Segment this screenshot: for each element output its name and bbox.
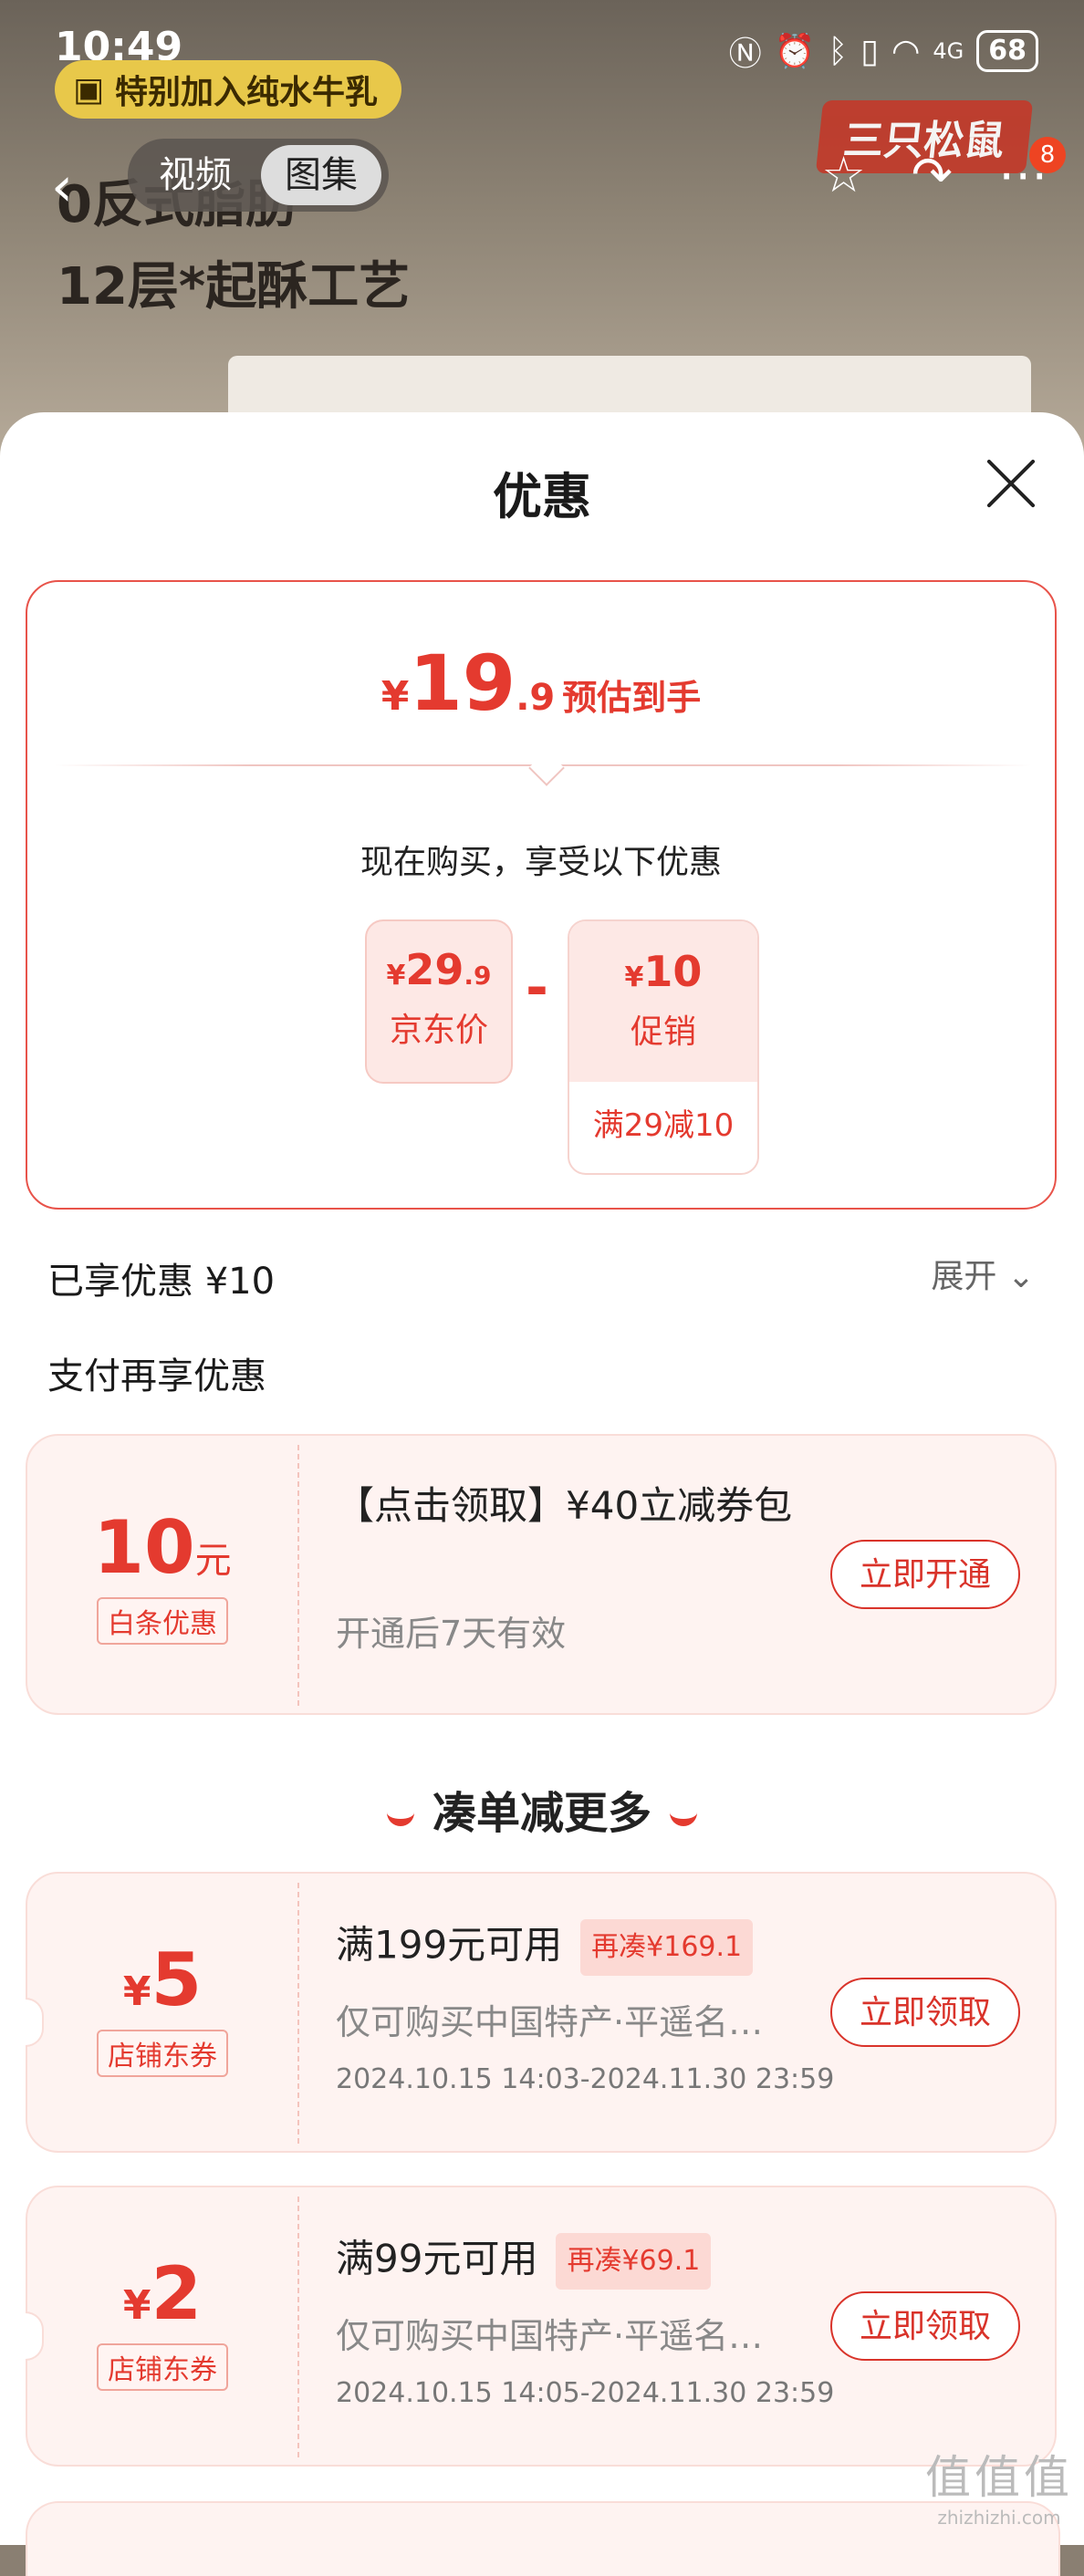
pay-more-heading: 支付再享优惠	[47, 1356, 266, 1397]
coupon-tag: 店铺东券	[97, 2030, 228, 2077]
back-icon[interactable]: ‹	[51, 155, 73, 219]
claim-button[interactable]: 立即领取	[830, 1978, 1020, 2047]
tab-gallery[interactable]: 图集	[261, 145, 381, 205]
enjoyed-discount: 已享优惠 ¥10	[47, 1261, 276, 1303]
coupon-left: ¥5 店铺东券	[27, 1874, 297, 2151]
coupon-amount-number: 10	[93, 1505, 195, 1590]
next-coupon-peek	[26, 2501, 1060, 2576]
sheet-title: 优惠	[493, 468, 591, 525]
coupon-tag: 店铺东券	[97, 2343, 228, 2391]
close-icon[interactable]	[984, 456, 1038, 511]
estimate-label: 预估到手	[562, 678, 702, 718]
coupon-separator	[297, 1445, 299, 1706]
coupon-amount: ¥2	[27, 2251, 297, 2336]
headline-line-2: 12层*起酥工艺	[57, 257, 411, 317]
tab-video[interactable]: 视频	[135, 145, 255, 205]
promo-box-top: ¥10 促销	[569, 921, 757, 1082]
estimate-decimal: .9	[516, 677, 556, 719]
top-actions: ☆ ↷ ⋯	[821, 146, 1048, 203]
cart-badge: 8	[1029, 137, 1066, 173]
section-heading: 凑单减更多	[0, 1777, 1084, 1841]
coupon-amount-unit: 元	[194, 1540, 232, 1582]
battery-icon: 68	[976, 30, 1038, 72]
bluetooth-icon: ᛒ	[828, 32, 849, 70]
estimated-price: ¥19.9 预估到手	[27, 639, 1055, 728]
coupon-amount: 10元	[27, 1505, 297, 1590]
nfc-icon: Ⓝ	[728, 36, 762, 73]
estimate-integer: 19	[409, 639, 516, 728]
coupon-left: ¥2 店铺东券	[27, 2187, 297, 2465]
jd-price-integer: 29	[405, 945, 464, 994]
price-summary-card: ¥19.9 预估到手 现在购买，享受以下优惠 ¥29.9 京东价 - ¥10 促销…	[26, 580, 1057, 1210]
coupon-date: 2024.10.15 14:05-2024.11.30 23:59	[336, 2377, 835, 2409]
jd-price-decimal: .9	[464, 961, 492, 991]
coupon-currency: ¥	[122, 2282, 151, 2329]
promo-currency: ¥	[624, 961, 644, 993]
store-coupon: ¥2 店铺东券 满99元可用 再凑¥69.1 仅可购买中国特产·平遥名… 2024…	[26, 2186, 1057, 2467]
promo-chip-text: 特别加入纯水牛乳	[115, 74, 379, 111]
media-tabs: 视频 图集	[128, 139, 389, 212]
store-coupon: ¥5 店铺东券 满199元可用 再凑¥169.1 仅可购买中国特产·平遥名… 20…	[26, 1872, 1057, 2153]
expand-label: 展开	[931, 1258, 997, 1295]
coupon-date: 2024.10.15 14:03-2024.11.30 23:59	[336, 2063, 835, 2095]
status-icons: Ⓝ ⏰ ᛒ ▯ ◠ 4G 68	[729, 27, 1038, 75]
vibrate-icon: ▯	[860, 32, 879, 70]
estimate-currency: ¥	[380, 673, 410, 720]
watermark: 值值值 zhizhizhi.com	[925, 2441, 1073, 2529]
coupon-amount: ¥5	[27, 1937, 297, 2022]
coupon-title: 满99元可用	[336, 2236, 538, 2281]
share-icon[interactable]: ↷	[912, 146, 953, 203]
activate-button[interactable]: 立即开通	[830, 1540, 1020, 1609]
coupon-amount-number: 2	[151, 2251, 203, 2336]
wifi-icon: ◠	[891, 32, 921, 70]
signal-icon: 4G	[933, 38, 964, 64]
favorite-icon[interactable]: ☆	[821, 146, 865, 203]
promo-rule: 满29减10	[592, 1107, 735, 1144]
divider-notch	[528, 750, 565, 786]
coupon-validity: 开通后7天有效	[336, 1614, 567, 1654]
coupon-separator	[297, 1883, 299, 2144]
coupon-title: 【点击领取】¥40立减券包	[336, 1483, 793, 1528]
smile-icon	[670, 1806, 697, 1826]
promo-value: ¥10	[569, 921, 757, 996]
jd-price-value: ¥29.9	[367, 945, 511, 994]
coupon-left: 10元 白条优惠	[27, 1436, 297, 1713]
coupon-title-row: 满99元可用 再凑¥69.1	[336, 2233, 847, 2290]
alarm-icon: ⏰	[774, 33, 816, 70]
coupon-title-row: 满199元可用 再凑¥169.1	[336, 1919, 847, 1976]
box-icon: ▣	[73, 70, 105, 109]
coupon-desc: 仅可购买中国特产·平遥名…	[336, 2002, 764, 2042]
promo-amount: 10	[643, 947, 703, 996]
jd-price-box: ¥29.9 京东价	[365, 919, 513, 1084]
chevron-down-icon: ⌄	[1006, 1258, 1035, 1295]
minus-sign: -	[526, 956, 548, 1020]
watermark-url: zhizhizhi.com	[937, 2507, 1061, 2529]
coupon-currency: ¥	[122, 1968, 151, 2015]
promo-box: ¥10 促销 满29减10	[568, 919, 759, 1175]
claim-button[interactable]: 立即领取	[830, 2291, 1020, 2361]
coupon-title: 满199元可用	[336, 1922, 563, 1968]
jd-price-label: 京东价	[389, 1012, 488, 1049]
smile-icon	[386, 1806, 414, 1826]
add-more-badge: 再凑¥169.1	[580, 1919, 754, 1976]
expand-button[interactable]: 展开 ⌄	[931, 1250, 1035, 1297]
coupon-separator	[297, 2197, 299, 2457]
jd-price-currency: ¥	[386, 960, 406, 992]
watermark-glyphs: 值值值	[925, 2451, 1073, 2504]
promo-chip: ▣ 特别加入纯水牛乳	[55, 60, 402, 119]
coupon-desc: 仅可购买中国特产·平遥名…	[336, 2316, 764, 2356]
promo-label: 促销	[630, 1013, 696, 1051]
coupon-amount-number: 5	[151, 1937, 203, 2022]
section-heading-text: 凑单减更多	[432, 1788, 651, 1839]
discount-sheet: 优惠 ¥19.9 预估到手 现在购买，享受以下优惠 ¥29.9 京东价 - ¥10…	[0, 412, 1084, 2576]
baitiao-coupon: 10元 白条优惠 【点击领取】¥40立减券包 开通后7天有效 立即开通	[26, 1434, 1057, 1715]
add-more-badge: 再凑¥69.1	[556, 2233, 712, 2290]
coupon-tag: 白条优惠	[97, 1597, 228, 1645]
now-buy-text: 现在购买，享受以下优惠	[360, 844, 722, 881]
